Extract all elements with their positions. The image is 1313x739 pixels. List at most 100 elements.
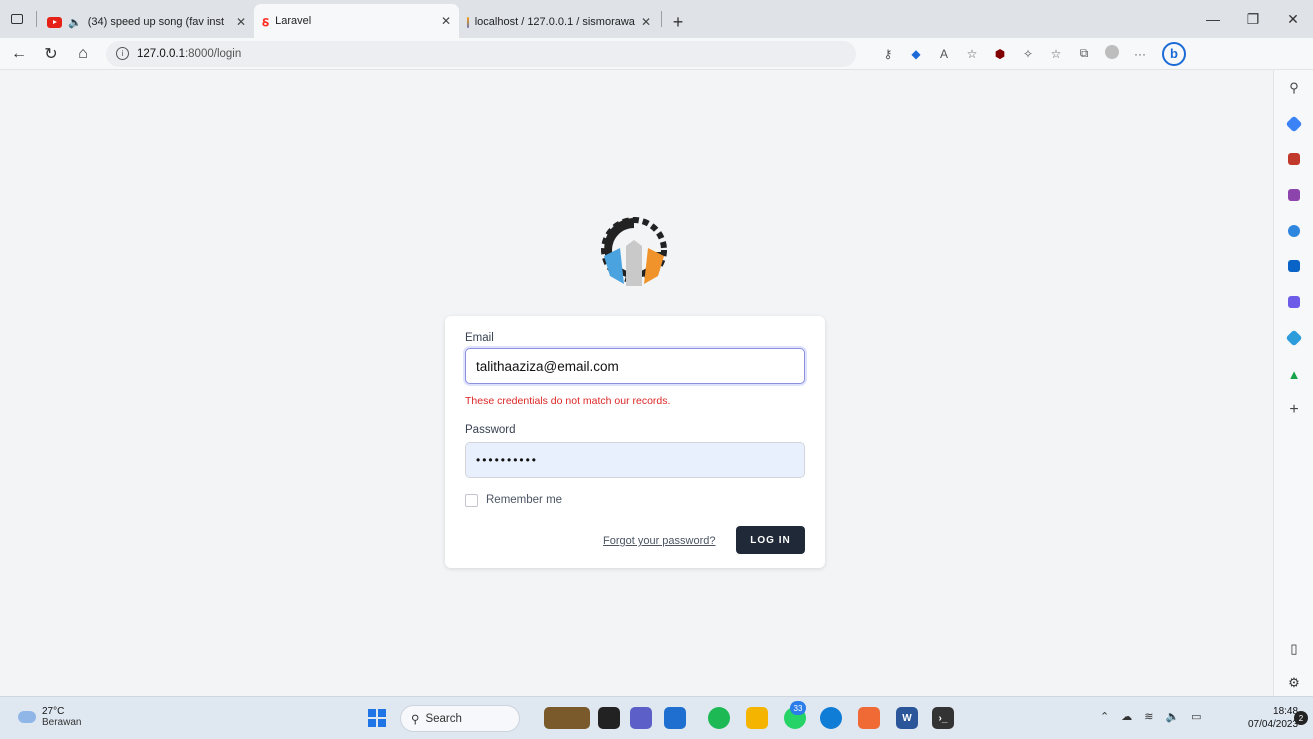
tab-laravel[interactable]: ꟙ Laravel ✕ — [254, 4, 459, 38]
battery-icon[interactable]: ▭ — [1191, 710, 1201, 723]
telegram-icon[interactable] — [1285, 329, 1303, 347]
taskbar: 27°C Berawan ⚲ Search 33 W ›_ ⌃ ☁ ≋ 🔈 ▭ … — [0, 696, 1313, 739]
shopping-icon[interactable] — [1285, 115, 1303, 133]
minimize-icon[interactable]: — — [1193, 11, 1233, 27]
app-logo — [601, 217, 667, 286]
cloud-icon — [18, 711, 36, 723]
password-value: •••••••••• — [476, 453, 539, 467]
youtube-icon — [47, 16, 62, 28]
tab-title: (34) speed up song (fav inst — [87, 16, 225, 28]
add-icon[interactable]: + — [1286, 401, 1302, 418]
refresh-button[interactable]: ↻ — [38, 44, 64, 64]
edge-sidebar: ⚲ ▲ + ▯ ⚙ — [1273, 70, 1313, 696]
forgot-password-link[interactable]: Forgot your password? — [603, 535, 716, 547]
settings-icon[interactable]: ⚙ — [1286, 675, 1302, 691]
widget-app-icon[interactable] — [544, 707, 590, 729]
login-card: Email talithaaziza@email.com These crede… — [445, 316, 825, 568]
divider — [36, 11, 37, 27]
home-button[interactable]: ⌂ — [70, 45, 96, 63]
more-icon[interactable]: ··· — [1126, 47, 1154, 61]
email-label: Email — [465, 332, 494, 344]
new-tab-button[interactable]: + — [664, 6, 692, 38]
tab-actions-icon — [11, 14, 23, 24]
tools-icon[interactable] — [1286, 151, 1302, 167]
url-path: :8000/login — [184, 47, 242, 60]
onedrive-icon[interactable]: ☁ — [1121, 710, 1132, 723]
back-button[interactable]: ← — [6, 45, 32, 63]
outlook-icon[interactable] — [1286, 258, 1302, 274]
clock-time: 18:48 — [1273, 706, 1299, 717]
sidebar-toggle-icon[interactable]: ▯ — [1286, 641, 1302, 657]
xampp-icon[interactable] — [858, 707, 880, 729]
tab-phpmyadmin[interactable]: localhost / 127.0.0.1 / sismorawa ✕ — [459, 6, 659, 38]
url-host: 127.0.0.1 — [137, 47, 185, 60]
clock[interactable]: 18:48 07/04/2023 — [1248, 705, 1298, 731]
tab-title: localhost / 127.0.0.1 / sismorawa — [474, 16, 635, 28]
taskbar-search[interactable]: ⚲ Search — [400, 705, 520, 732]
store-icon[interactable] — [664, 707, 686, 729]
tab-youtube[interactable]: 🔈 (34) speed up song (fav inst ✕ — [39, 6, 254, 38]
favorite-add-icon[interactable]: ☆ — [958, 47, 986, 61]
bing-icon[interactable]: b — [1162, 41, 1186, 66]
favorites-icon[interactable]: ☆ — [1042, 47, 1070, 61]
profile-button[interactable] — [1098, 45, 1126, 62]
remember-label[interactable]: Remember me — [486, 494, 562, 506]
divider — [661, 11, 662, 27]
search-label: Search — [425, 712, 462, 725]
email-value: talithaaziza@email.com — [476, 358, 619, 374]
weather-description: Berawan — [42, 717, 82, 728]
phpmyadmin-icon — [467, 16, 469, 28]
search-icon[interactable]: ⚲ — [1286, 80, 1302, 96]
url-input[interactable]: i 127.0.0.1:8000/login — [106, 40, 856, 67]
designer-icon[interactable] — [1286, 294, 1302, 310]
terminal-icon[interactable]: ›_ — [932, 707, 954, 729]
address-bar: ← ↻ ⌂ i 127.0.0.1:8000/login ⚷ ◆ A ☆ ⬢ ✧… — [0, 38, 1313, 70]
volume-icon[interactable]: 🔈 — [1165, 710, 1179, 723]
restore-icon[interactable]: ❐ — [1233, 11, 1273, 28]
tab-actions-button[interactable] — [0, 0, 34, 38]
speaker-icon[interactable]: 🔈 — [68, 16, 82, 29]
tab-title: Laravel — [275, 15, 312, 27]
system-tray: ⌃ ☁ ≋ 🔈 ▭ — [1100, 710, 1202, 723]
start-button[interactable] — [368, 709, 386, 727]
error-message: These credentials do not match our recor… — [465, 395, 671, 407]
email-input[interactable]: talithaaziza@email.com — [465, 348, 805, 384]
file-explorer-icon[interactable] — [746, 707, 768, 729]
word-icon[interactable]: W — [896, 707, 918, 729]
task-view-icon[interactable] — [598, 707, 620, 729]
close-window-icon[interactable]: ✕ — [1273, 11, 1313, 28]
weather-widget[interactable]: 27°C Berawan — [18, 706, 81, 728]
site-info-icon[interactable]: i — [116, 47, 129, 60]
window-controls: — ❐ ✕ — [1193, 0, 1313, 38]
remember-checkbox[interactable] — [465, 494, 478, 507]
close-icon[interactable]: ✕ — [441, 14, 451, 28]
login-button[interactable]: LOG IN — [736, 526, 805, 554]
avatar — [1105, 45, 1119, 59]
search-icon: ⚲ — [411, 713, 420, 726]
office-icon[interactable] — [1286, 223, 1302, 239]
key-icon[interactable]: ⚷ — [874, 47, 902, 61]
extensions-icon[interactable]: ✧ — [1014, 47, 1042, 61]
ublock-icon[interactable]: ⬢ — [986, 47, 1014, 61]
toolbar: ⚷ ◆ A ☆ ⬢ ✧ ☆ ⧉ ··· — [874, 45, 1154, 62]
laravel-icon: ꟙ — [262, 12, 270, 29]
close-icon[interactable]: ✕ — [641, 15, 651, 29]
spotify-icon[interactable] — [708, 707, 730, 729]
tag-icon[interactable]: ◆ — [902, 47, 930, 61]
edge-icon[interactable] — [820, 707, 842, 729]
wifi-icon[interactable]: ≋ — [1144, 710, 1153, 723]
teams-icon[interactable] — [630, 707, 652, 729]
clock-date: 07/04/2023 — [1248, 719, 1299, 730]
password-input[interactable]: •••••••••• — [465, 442, 805, 478]
weather-temperature: 27°C — [42, 706, 65, 717]
tab-bar: 🔈 (34) speed up song (fav inst ✕ ꟙ Larav… — [0, 0, 1313, 38]
read-aloud-icon[interactable]: A — [930, 47, 958, 61]
password-label: Password — [465, 424, 516, 436]
notification-badge[interactable]: 2 — [1294, 711, 1308, 725]
whatsapp-badge: 33 — [790, 701, 806, 715]
chevron-up-icon[interactable]: ⌃ — [1100, 710, 1109, 723]
close-icon[interactable]: ✕ — [236, 15, 246, 29]
games-icon[interactable] — [1286, 187, 1302, 203]
tree-icon[interactable]: ▲ — [1286, 366, 1302, 382]
collections-icon[interactable]: ⧉ — [1070, 46, 1098, 61]
